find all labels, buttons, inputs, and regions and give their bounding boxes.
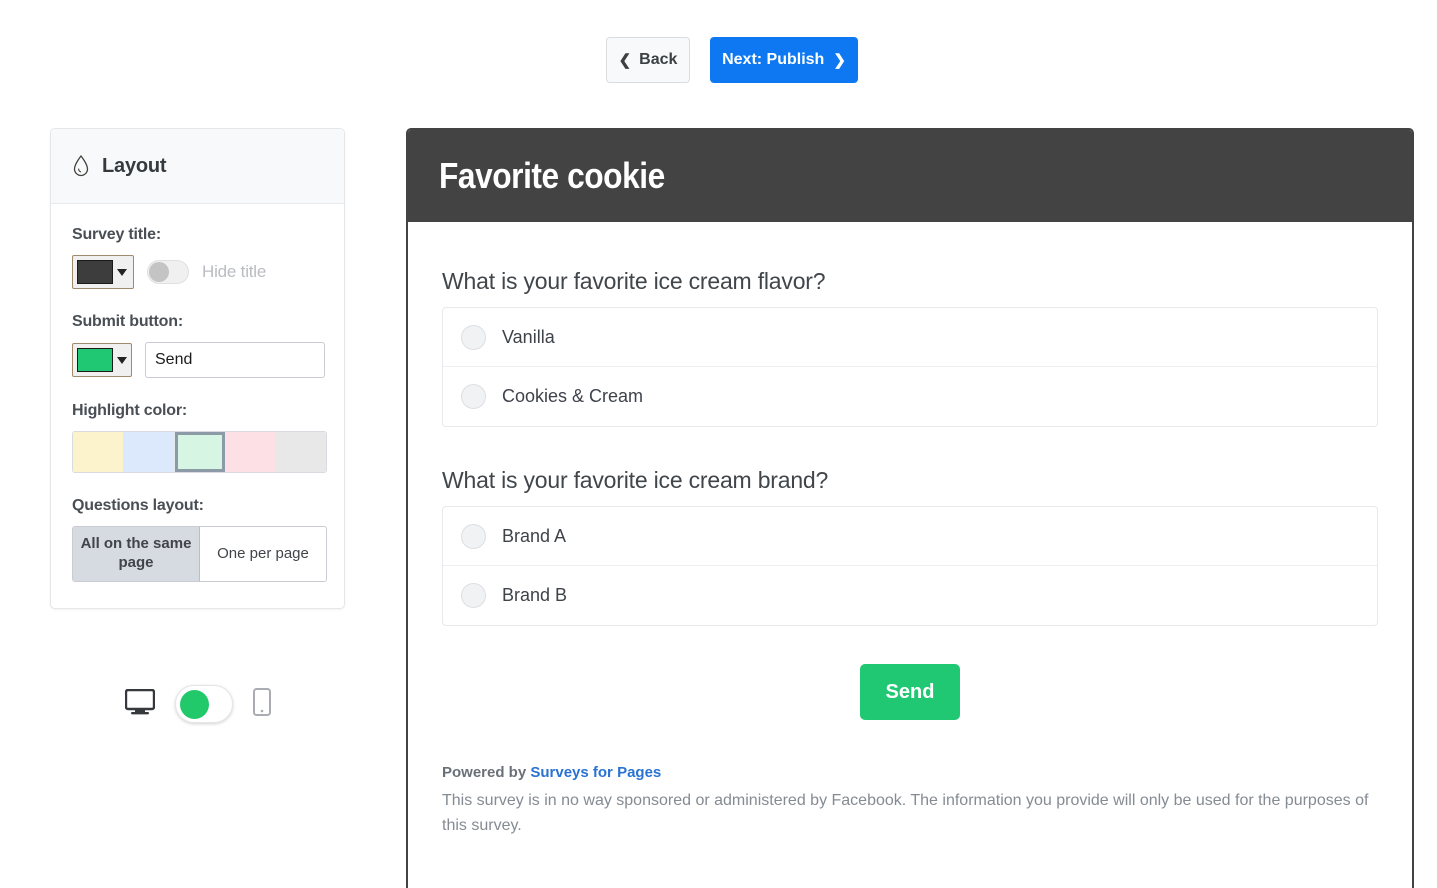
mobile-phone-icon[interactable] xyxy=(253,688,271,721)
question-options: Brand A Brand B xyxy=(442,506,1378,626)
option-label: Cookies & Cream xyxy=(502,386,643,407)
questions-layout-option-one-per-page[interactable]: One per page xyxy=(200,527,326,581)
option-label: Brand B xyxy=(502,585,567,606)
highlight-swatch-blue[interactable] xyxy=(124,432,175,472)
option-row[interactable]: Brand A xyxy=(443,507,1377,566)
option-row[interactable]: Brand B xyxy=(443,566,1377,625)
radio-button-icon[interactable] xyxy=(461,583,486,608)
highlight-swatch-gray[interactable] xyxy=(276,432,326,472)
surveys-for-pages-link[interactable]: Surveys for Pages xyxy=(530,764,661,781)
option-label: Brand A xyxy=(502,526,566,547)
question-text: What is your favorite ice cream brand? xyxy=(442,467,1378,494)
footer-disclaimer: This survey is in no way sponsored or ad… xyxy=(442,789,1372,839)
next-publish-label: Next: Publish xyxy=(722,51,824,69)
questions-layout-label: Questions layout: xyxy=(72,497,323,515)
survey-title-controls: Hide title xyxy=(72,255,323,289)
highlight-swatch-pink[interactable] xyxy=(225,432,276,472)
desktop-monitor-icon[interactable] xyxy=(125,689,155,720)
hide-title-label: Hide title xyxy=(202,262,266,282)
top-action-bar: ❮ Back Next: Publish ❯ xyxy=(0,0,1437,120)
survey-title-color-swatch xyxy=(77,260,113,284)
device-view-toggle[interactable] xyxy=(175,685,233,723)
next-publish-button[interactable]: Next: Publish ❯ xyxy=(710,37,858,83)
layout-panel-body: Survey title: Hide title Submit button: … xyxy=(51,204,344,608)
survey-send-button[interactable]: Send xyxy=(860,664,960,720)
chevron-down-icon xyxy=(117,357,127,364)
survey-footer: Powered by Surveys for Pages This survey… xyxy=(442,764,1378,839)
highlight-color-label: Highlight color: xyxy=(72,402,323,420)
survey-preview-body: What is your favorite ice cream flavor? … xyxy=(408,222,1412,839)
powered-by-prefix: Powered by xyxy=(442,764,530,781)
survey-title-color-picker[interactable] xyxy=(72,255,134,289)
radio-button-icon[interactable] xyxy=(461,524,486,549)
option-row[interactable]: Vanilla xyxy=(443,308,1377,367)
questions-layout-segmented-control: All on the same page One per page xyxy=(72,526,327,582)
powered-by-line: Powered by Surveys for Pages xyxy=(442,764,1378,781)
question-text: What is your favorite ice cream flavor? xyxy=(442,268,1378,295)
radio-button-icon[interactable] xyxy=(461,384,486,409)
survey-preview-title: Favorite cookie xyxy=(439,155,665,197)
back-button-label: Back xyxy=(639,51,677,69)
highlight-swatch-yellow[interactable] xyxy=(73,432,124,472)
hide-title-toggle[interactable] xyxy=(147,260,189,284)
option-label: Vanilla xyxy=(502,327,555,348)
chevron-right-icon: ❯ xyxy=(833,53,846,68)
layout-panel-title: Layout xyxy=(102,155,166,178)
submit-button-color-swatch xyxy=(77,348,113,372)
layout-panel-header: Layout xyxy=(51,129,344,204)
toggle-knob xyxy=(149,262,169,282)
toggle-knob xyxy=(180,690,209,719)
chevron-left-icon: ❮ xyxy=(619,53,632,68)
submit-button-color-picker[interactable] xyxy=(72,343,132,377)
survey-title-label: Survey title: xyxy=(72,226,323,244)
questions-layout-option-all-same-page[interactable]: All on the same page xyxy=(73,527,200,581)
droplet-icon xyxy=(72,155,90,177)
chevron-down-icon xyxy=(117,269,127,276)
submit-button-controls xyxy=(72,342,323,378)
radio-button-icon[interactable] xyxy=(461,325,486,350)
submit-button-text-input[interactable] xyxy=(145,342,325,378)
survey-submit-row: Send xyxy=(442,664,1378,720)
submit-button-label: Submit button: xyxy=(72,313,323,331)
device-preview-toggle-row xyxy=(50,685,345,723)
highlight-color-swatches xyxy=(72,431,327,473)
question-options: Vanilla Cookies & Cream xyxy=(442,307,1378,427)
survey-preview: Favorite cookie What is your favorite ic… xyxy=(406,128,1414,888)
back-button[interactable]: ❮ Back xyxy=(606,37,690,83)
highlight-swatch-green[interactable] xyxy=(175,432,226,472)
layout-settings-panel: Layout Survey title: Hide title Submit b… xyxy=(50,128,345,609)
option-row[interactable]: Cookies & Cream xyxy=(443,367,1377,426)
survey-preview-header: Favorite cookie xyxy=(408,130,1412,222)
